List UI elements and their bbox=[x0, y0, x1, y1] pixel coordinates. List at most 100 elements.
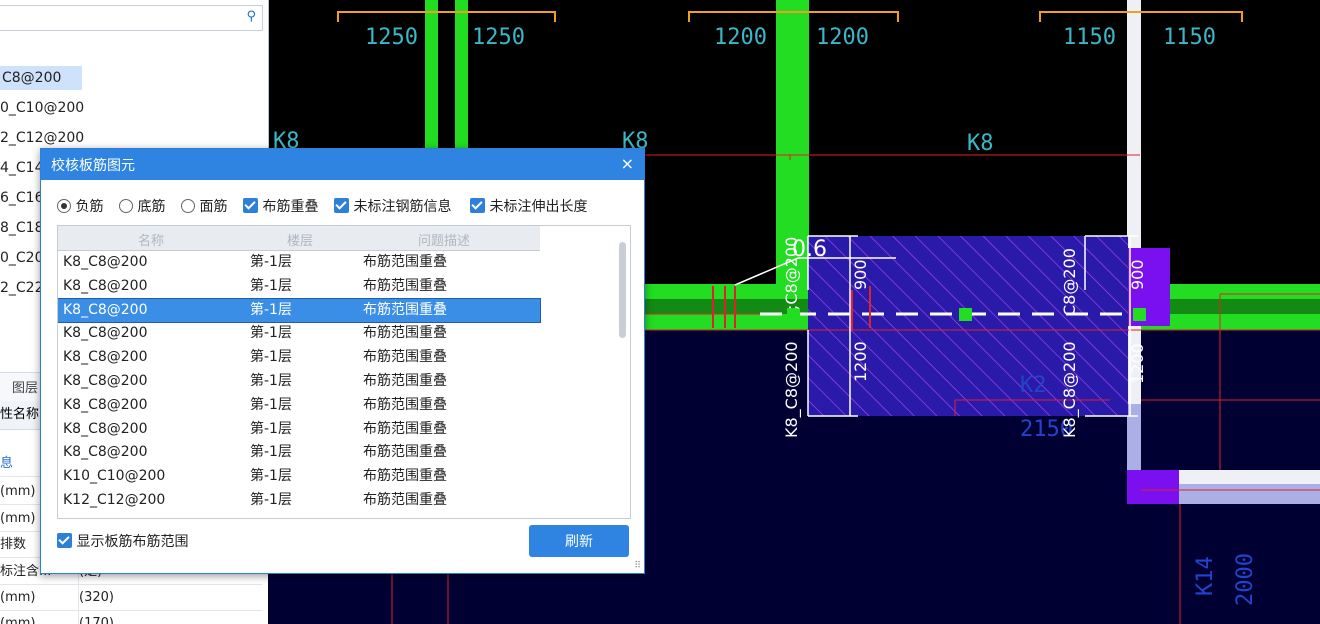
slab-label: K2 bbox=[1020, 373, 1047, 398]
dim-text: 900 bbox=[1128, 259, 1147, 290]
check-unmarked-info[interactable]: 未标注钢筋信息 bbox=[334, 196, 451, 218]
cell-name: K8_C8@200 bbox=[63, 373, 148, 389]
dialog-title-bar[interactable]: 校核板筋图元 × bbox=[41, 149, 644, 180]
cell-floor: 第-1层 bbox=[250, 492, 292, 508]
column-header[interactable]: 问题描述 bbox=[418, 230, 470, 249]
tree-item[interactable]: 8_C18 bbox=[0, 216, 44, 240]
rebar-label: K8_C8@200 bbox=[1060, 341, 1080, 438]
cell-desc: 布筋范围重叠 bbox=[363, 349, 447, 366]
cell-name: K8_C8@200 bbox=[63, 254, 148, 270]
property-value: (320) bbox=[78, 585, 114, 610]
cell-desc: 布筋范围重叠 bbox=[363, 396, 447, 413]
dim-text: 2000 bbox=[1233, 553, 1258, 606]
radio-on-icon bbox=[57, 199, 71, 213]
dim-text: 1250 bbox=[472, 25, 525, 50]
rebar-label: K8_C8@200 bbox=[782, 341, 802, 438]
checkbox-checked-icon bbox=[334, 198, 349, 213]
cell-name: K8_C8@200 bbox=[63, 325, 148, 342]
close-icon[interactable]: × bbox=[621, 154, 634, 173]
cell-floor: 第-1层 bbox=[250, 373, 292, 389]
checkbox-checked-icon bbox=[57, 533, 72, 548]
radio-neg-label: 负筋 bbox=[75, 199, 104, 215]
grip-point[interactable] bbox=[959, 308, 972, 321]
radio-bottom[interactable]: 底筋 bbox=[119, 196, 165, 218]
cell-name: K8_C8@200 bbox=[63, 277, 148, 294]
cell-name: K8_C8@200 bbox=[63, 349, 148, 366]
cell-floor: 第-1层 bbox=[250, 277, 292, 294]
table-row[interactable]: K12_C12@200 第-1层 布筋范围重叠 bbox=[58, 489, 540, 512]
table-row[interactable]: K8_C8@200 第-1层 布筋范围重叠 bbox=[58, 394, 540, 417]
cell-floor: 第-1层 bbox=[250, 325, 292, 342]
slab-label: K8 bbox=[967, 131, 994, 156]
cell-desc: 布筋范围重叠 bbox=[363, 325, 447, 342]
checkbox-checked-icon bbox=[243, 198, 258, 213]
cell-floor: 第-1层 bbox=[250, 444, 292, 461]
radio-off-icon bbox=[181, 199, 195, 213]
tree-item[interactable]: 0_C10@200 bbox=[0, 96, 84, 120]
scrollbar[interactable] bbox=[619, 242, 626, 338]
cell-floor: 第-1层 bbox=[250, 349, 292, 366]
table-row[interactable]: K10_C10@200 第-1层 布筋范围重叠 bbox=[58, 465, 540, 488]
tree-item[interactable]: 2_C12@200 bbox=[0, 126, 84, 150]
slab-label: K14 bbox=[1193, 556, 1218, 596]
table-row[interactable]: K8_C8@200 第-1层 布筋范围重叠 bbox=[58, 418, 540, 441]
dim-text: 1200 bbox=[1128, 343, 1147, 384]
cell-name: K12_C12@200 bbox=[63, 492, 166, 508]
show-range-label: 显示板筋布筋范围 bbox=[76, 534, 189, 550]
cell-desc: 布筋范围重叠 bbox=[363, 373, 447, 389]
result-table[interactable]: 名称 楼层 问题描述 K8_C8@200 第-1层 布筋范围重叠 K8_C8@200 第… bbox=[57, 225, 631, 519]
grip-point[interactable] bbox=[1133, 308, 1146, 321]
cell-desc: 布筋范围重叠 bbox=[363, 444, 447, 461]
tree-item[interactable]: C8@200 bbox=[0, 66, 82, 90]
table-row[interactable]: K8_C8@200 第-1层 布筋范围重叠 bbox=[58, 251, 540, 274]
cell-floor: 第-1层 bbox=[250, 468, 292, 485]
tree-item[interactable]: 0_C20 bbox=[0, 246, 44, 270]
search-icon[interactable]: ⚲ bbox=[246, 9, 256, 24]
table-row[interactable]: K8_C8@200 第-1层 布筋范围重叠 bbox=[58, 346, 540, 369]
table-row[interactable]: K8_C8@200 第-1层 布筋范围重叠 bbox=[58, 322, 540, 345]
column-header[interactable]: 名称 bbox=[138, 230, 164, 249]
table-header: 名称 楼层 问题描述 bbox=[58, 226, 540, 251]
property-name-header: 性名称 bbox=[0, 407, 40, 422]
column-header[interactable]: 楼层 bbox=[287, 230, 313, 249]
check-overlap[interactable]: 布筋重叠 bbox=[243, 196, 318, 218]
cell-name: K8_C8@200 bbox=[63, 444, 148, 461]
table-row[interactable]: K8_C8@200 第-1层 布筋范围重叠 bbox=[58, 370, 540, 393]
property-key: (mm) bbox=[0, 616, 36, 624]
cell-desc: 布筋范围重叠 bbox=[363, 301, 447, 318]
dim-text: 900 bbox=[851, 259, 870, 290]
cell-desc: 布筋范围重叠 bbox=[363, 492, 447, 508]
radio-top-label: 面筋 bbox=[199, 199, 228, 215]
radio-top[interactable]: 面筋 bbox=[181, 196, 227, 218]
check-rebar-dialog: 校核板筋图元 × 负筋 底筋 面筋 布筋重叠 未标注钢筋信息 未标注伸出长度 名… bbox=[40, 148, 645, 574]
property-row[interactable]: (mm) (170) bbox=[0, 611, 262, 624]
check-unmarked-info-label: 未标注钢筋信息 bbox=[353, 199, 452, 215]
cell-floor: 第-1层 bbox=[250, 301, 292, 318]
search-input[interactable]: ⚲ bbox=[0, 5, 263, 31]
tree-item[interactable]: 2_C22 bbox=[0, 276, 44, 300]
dialog-title: 校核板筋图元 bbox=[51, 158, 135, 174]
resize-grip-icon[interactable]: ⠿ bbox=[634, 561, 641, 571]
table-row[interactable]: K8_C8@200 第-1层 布筋范围重叠 bbox=[58, 441, 540, 464]
checkbox-checked-icon bbox=[470, 198, 485, 213]
rebar-label: ;C8@200 bbox=[782, 237, 801, 310]
show-range-checkbox[interactable]: 显示板筋布筋范围 bbox=[57, 531, 188, 551]
tab-layers[interactable]: 图层 bbox=[12, 377, 38, 396]
cell-name: K8_C8@200 bbox=[63, 301, 148, 318]
dim-text: 1200 bbox=[851, 341, 870, 382]
check-unmarked-len[interactable]: 未标注伸出长度 bbox=[470, 196, 587, 218]
table-row[interactable]: K8_C8@200 第-1层 布筋范围重叠 bbox=[58, 275, 540, 298]
tree-item[interactable]: 6_C16 bbox=[0, 186, 44, 210]
cell-name: K10_C10@200 bbox=[63, 468, 166, 485]
refresh-button[interactable]: 刷新 bbox=[529, 525, 629, 557]
cell-floor: 第-1层 bbox=[250, 396, 292, 413]
table-row[interactable]: K8_C8@200 第-1层 布筋范围重叠 bbox=[58, 297, 541, 323]
radio-neg[interactable]: 负筋 bbox=[57, 196, 103, 218]
property-row[interactable]: (mm) (320) bbox=[0, 585, 262, 611]
tree-item[interactable]: 4_C14 bbox=[0, 156, 44, 180]
radio-off-icon bbox=[119, 199, 133, 213]
cell-desc: 布筋范围重叠 bbox=[363, 277, 447, 294]
column bbox=[1127, 470, 1179, 504]
cell-desc: 布筋范围重叠 bbox=[363, 420, 447, 437]
cell-name: K8_C8@200 bbox=[63, 420, 148, 437]
